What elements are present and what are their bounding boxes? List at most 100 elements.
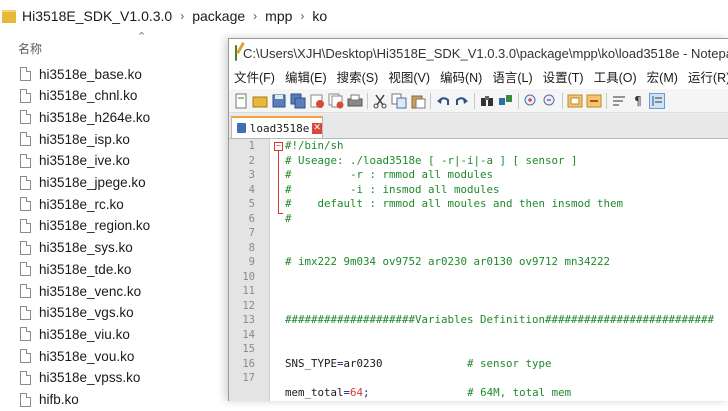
toolbar-separator (367, 92, 368, 109)
list-item[interactable]: hi3518e_ive.ko (20, 150, 130, 172)
toolbar-separator (606, 92, 607, 109)
file-icon (20, 240, 31, 255)
sync-horizontal-icon[interactable] (586, 93, 602, 109)
window-title: C:\Users\XJH\Desktop\Hi3518E_SDK_V1.0.3.… (243, 45, 728, 61)
code-line-6: # (285, 211, 292, 225)
open-file-icon[interactable] (252, 93, 268, 109)
list-item[interactable]: hi3518e_vou.ko (20, 345, 134, 367)
file-icon (20, 132, 31, 147)
code-line-16: SNS_TYPE=ar0230 # sensor type (285, 357, 552, 372)
line-number-gutter: 1 2 3 4 5 6 7 8 9 10 11 12 13 14 15 16 1… (229, 139, 270, 401)
line-number: 2 (248, 154, 255, 167)
notepadpp-icon (235, 45, 237, 61)
list-item[interactable]: hi3518e_chnl.ko (20, 85, 137, 107)
paste-icon[interactable] (410, 93, 426, 109)
menu-file[interactable]: 文件(F) (229, 67, 280, 89)
toolbar-separator (430, 92, 431, 109)
menu-run[interactable]: 运行(R) (683, 67, 728, 89)
file-icon (20, 305, 31, 320)
code-line-1: #!/bin/sh (285, 139, 344, 152)
file-icon (20, 370, 31, 385)
zoom-in-icon[interactable] (523, 93, 539, 109)
file-name: hi3518e_base.ko (39, 66, 142, 82)
list-item[interactable]: hi3518e_h264e.ko (20, 106, 150, 128)
toolbar-separator (474, 92, 475, 109)
breadcrumb-item-ko[interactable]: ko (312, 8, 327, 24)
save-all-icon[interactable] (290, 93, 306, 109)
list-item[interactable]: hi3518e_vgs.ko (20, 302, 134, 324)
menu-edit[interactable]: 编辑(E) (280, 67, 332, 89)
file-name: hi3518e_rc.ko (39, 196, 124, 212)
breadcrumb-item-package[interactable]: package (192, 8, 245, 24)
file-name: hi3518e_vou.ko (39, 348, 135, 364)
list-item[interactable]: hi3518e_vpss.ko (20, 367, 140, 389)
replace-icon[interactable] (498, 93, 514, 109)
redo-icon[interactable] (454, 93, 470, 109)
menu-bar: 文件(F) 编辑(E) 搜索(S) 视图(V) 编码(N) 语言(L) 设置(T… (229, 67, 728, 89)
chevron-right-icon[interactable]: › (253, 9, 257, 23)
line-number: 10 (242, 270, 255, 283)
undo-icon[interactable] (435, 93, 451, 109)
sort-ascending-icon[interactable]: ⌃ (137, 30, 146, 43)
indent-guide-icon[interactable] (649, 92, 665, 109)
list-item[interactable]: hi3518e_venc.ko (20, 280, 141, 302)
variable-name: SNS_TYPE (285, 356, 338, 370)
line-number: 14 (242, 328, 255, 341)
list-item[interactable]: hi3518e_base.ko (20, 63, 142, 85)
line-number: 9 (248, 256, 255, 268)
list-item[interactable]: hi3518e_region.ko (20, 215, 150, 237)
list-item[interactable]: hi3518e_viu.ko (20, 323, 130, 345)
fold-margin (270, 139, 284, 401)
code-line-13: ####################Variables Definition… (285, 313, 715, 326)
file-name: hi3518e_venc.ko (39, 283, 142, 299)
tab-bar: load3518e ✕ (229, 114, 728, 139)
comment: # sensor type (382, 356, 552, 370)
new-file-icon[interactable] (233, 93, 249, 109)
close-file-icon[interactable] (309, 93, 325, 109)
fold-end (278, 213, 283, 214)
column-header-name[interactable]: 名称 (18, 40, 42, 57)
code-line-4: # -i : insmod all modules (285, 182, 500, 196)
list-item[interactable]: hi3518e_tde.ko (20, 258, 131, 280)
tab-load3518e[interactable]: load3518e ✕ (231, 116, 323, 138)
file-icon (20, 197, 31, 212)
file-icon (20, 262, 31, 277)
copy-icon[interactable] (391, 93, 407, 109)
code-editor[interactable]: 1 2 3 4 5 6 7 8 9 10 11 12 13 14 15 16 1… (229, 139, 728, 401)
close-icon[interactable]: ✕ (312, 122, 322, 134)
show-all-chars-icon[interactable]: ¶ (630, 93, 646, 109)
menu-search[interactable]: 搜索(S) (332, 67, 384, 89)
list-item[interactable]: hi3518e_jpege.ko (20, 172, 146, 194)
title-bar[interactable]: C:\Users\XJH\Desktop\Hi3518E_SDK_V1.0.3.… (229, 39, 728, 67)
chevron-right-icon[interactable]: › (180, 9, 184, 23)
cut-icon[interactable] (372, 93, 388, 109)
close-all-icon[interactable] (328, 93, 344, 109)
line-number: 17 (242, 372, 255, 384)
fold-collapse-icon[interactable]: − (274, 142, 283, 151)
code-line-18: mem_total=64; # 64M, total mem (285, 386, 571, 401)
zoom-out-icon[interactable] (542, 93, 558, 109)
menu-macro[interactable]: 宏(M) (642, 67, 683, 89)
menu-settings[interactable]: 设置(T) (538, 67, 589, 89)
file-icon (20, 67, 31, 81)
word-wrap-icon[interactable] (611, 93, 627, 109)
list-item[interactable]: hi3518e_sys.ko (20, 237, 133, 259)
find-icon[interactable] (479, 93, 495, 109)
file-icon (20, 218, 31, 233)
file-name: hi3518e_ive.ko (39, 153, 130, 169)
menu-view[interactable]: 视图(V) (383, 67, 435, 89)
list-item[interactable]: hi3518e_rc.ko (20, 193, 124, 215)
sync-vertical-icon[interactable] (567, 93, 583, 109)
print-icon[interactable] (347, 93, 363, 109)
breadcrumb-item-sdk[interactable]: Hi3518E_SDK_V1.0.3.0 (22, 8, 172, 24)
breadcrumb[interactable]: Hi3518E_SDK_V1.0.3.0 › package › mpp › k… (0, 0, 728, 32)
list-item[interactable]: hi3518e_isp.ko (20, 128, 130, 150)
save-icon[interactable] (271, 93, 287, 109)
toolbar-separator (562, 92, 563, 109)
fold-line (278, 151, 279, 214)
chevron-right-icon[interactable]: › (300, 9, 304, 23)
menu-encoding[interactable]: 编码(N) (435, 67, 487, 89)
menu-tools[interactable]: 工具(O) (589, 67, 642, 89)
breadcrumb-item-mpp[interactable]: mpp (265, 8, 292, 24)
menu-language[interactable]: 语言(L) (487, 67, 537, 89)
